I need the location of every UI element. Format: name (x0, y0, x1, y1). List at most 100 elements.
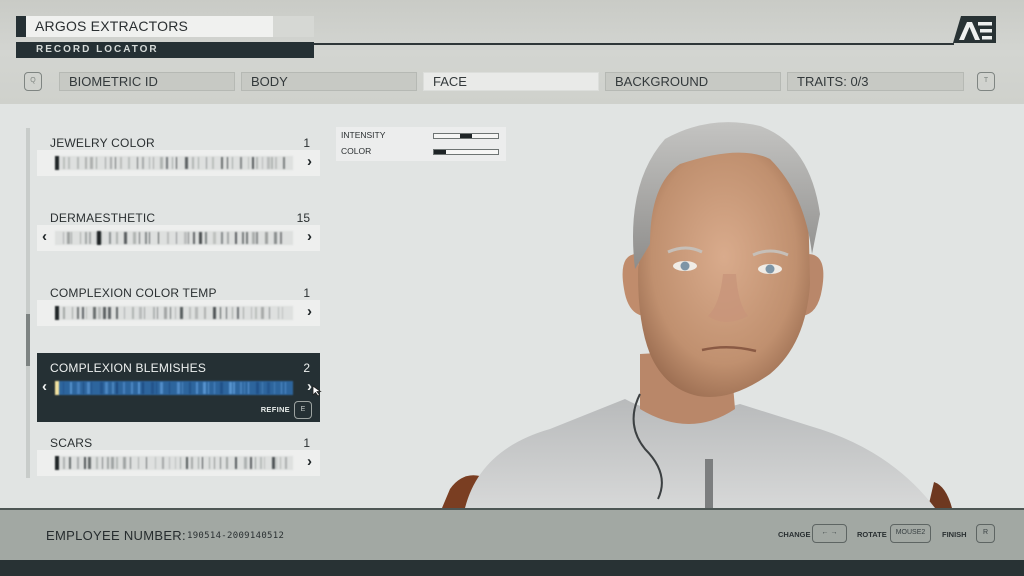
swatch-mark (139, 232, 140, 244)
swatch-mark (212, 157, 214, 169)
tab-biometric-id[interactable]: BIOMETRIC ID (59, 72, 235, 91)
swatch-mark (111, 457, 114, 469)
swatch-mark (68, 157, 70, 169)
swatch-mark (63, 232, 64, 244)
swatch-mark (265, 232, 268, 244)
next-tab-key[interactable]: T (977, 72, 995, 91)
option-complexion-blemishes[interactable]: COMPLEXION BLEMISHES 2 ‹ › REFINE E (37, 353, 322, 422)
rotate-key-button[interactable]: MOUSE2 (890, 524, 931, 543)
swatch-mark (87, 382, 90, 394)
tab-background[interactable]: BACKGROUND (605, 72, 781, 91)
swatch-mark (67, 232, 70, 244)
header-divider (314, 43, 954, 45)
swatch-mark (180, 457, 181, 469)
chevron-right-icon[interactable]: › (307, 153, 312, 171)
swatch-mark (188, 232, 189, 244)
tab-face[interactable]: FACE (423, 72, 599, 91)
swatch-mark (175, 457, 176, 469)
option-complexion-color-temp[interactable]: COMPLEXION COLOR TEMP 1 › (37, 282, 320, 330)
swatch-mark (128, 157, 130, 169)
swatch-mark (120, 157, 122, 169)
swatch-mark (84, 457, 86, 469)
swatch-mark (130, 457, 131, 469)
swatch-mark (220, 307, 221, 319)
option-jewelry-color[interactable]: JEWELRY COLOR 1 › (37, 132, 320, 180)
swatch-mark (110, 157, 112, 169)
swatch-mark (252, 232, 255, 244)
swatch-mark (220, 457, 221, 469)
chevron-left-icon[interactable]: ‹ (42, 378, 47, 396)
swatch-mark (240, 382, 242, 394)
option-selector[interactable]: ‹ › (37, 225, 320, 251)
swatch-mark (116, 382, 118, 394)
swatch-mark (206, 157, 207, 169)
refine-key-button[interactable]: E (294, 401, 312, 419)
swatch-mark (280, 232, 282, 244)
chevron-left-icon[interactable]: ‹ (42, 228, 47, 246)
swatch-mark (213, 307, 216, 319)
finish-key-button[interactable]: R (976, 524, 995, 543)
portrait-zipper (705, 459, 713, 508)
scrollbar-track[interactable] (26, 128, 30, 478)
swatch-mark (189, 307, 191, 319)
chevron-right-icon[interactable]: › (307, 228, 312, 246)
swatch-mark (137, 157, 138, 169)
option-value: 15 (296, 211, 310, 225)
bottom-bar (0, 560, 1024, 576)
swatch-selected-marker (55, 306, 59, 320)
swatch-mark (204, 307, 206, 319)
swatch-mark (196, 382, 198, 394)
swatch-mark (255, 307, 257, 319)
swatch-mark (63, 382, 64, 394)
swatch-mark (202, 457, 203, 469)
swatch-mark (138, 457, 139, 469)
change-key-button[interactable]: ← → (812, 524, 847, 543)
swatch-mark (100, 382, 103, 394)
swatch-mark (250, 457, 252, 469)
swatch-mark (226, 307, 227, 319)
swatch-mark (252, 157, 254, 169)
option-dermaesthetic[interactable]: DERMAESTHETIC 15 ‹ › (37, 207, 320, 255)
employee-number-label: EMPLOYEE NUMBER: (46, 528, 186, 543)
swatch-mark (278, 307, 279, 319)
record-locator-label: RECORD LOCATOR (36, 44, 159, 55)
swatch-mark (220, 382, 223, 394)
swatch-mark (232, 307, 233, 319)
swatch-mark (246, 232, 248, 244)
swatch-mark (175, 307, 176, 319)
swatch-mark (180, 307, 183, 319)
swatch-mark (124, 307, 125, 319)
option-selector[interactable]: › (37, 450, 320, 476)
option-selector[interactable]: ‹ › (37, 375, 322, 401)
swatch-mark (103, 307, 106, 319)
swatch-mark (71, 232, 72, 244)
swatch-mark (138, 382, 140, 394)
prev-tab-key[interactable]: Q (24, 72, 42, 91)
option-selector[interactable]: › (37, 300, 320, 326)
chevron-right-icon[interactable]: › (307, 453, 312, 471)
swatch-mark (281, 382, 282, 394)
swatch-mark (248, 157, 249, 169)
chevron-right-icon[interactable]: › (307, 303, 312, 321)
option-scars[interactable]: SCARS 1 › (37, 432, 320, 480)
swatch-mark (262, 382, 263, 394)
swatch-mark (149, 232, 150, 244)
employee-number-value: 190514-2009140512 (187, 531, 285, 541)
swatch-mark (116, 457, 118, 469)
swatch-mark (77, 382, 80, 394)
tab-traits[interactable]: TRAITS: 0/3 (787, 72, 964, 91)
scrollbar-thumb[interactable] (26, 314, 30, 366)
option-selector[interactable]: › (37, 150, 320, 176)
swatch-mark (214, 382, 215, 394)
character-portrait[interactable] (440, 104, 960, 508)
swatch-mark (77, 457, 79, 469)
swatch-mark (108, 307, 111, 319)
swatch-selected-marker (55, 381, 59, 395)
swatch-mark (280, 457, 281, 469)
swatch-mark (269, 307, 270, 319)
swatch-mark (235, 457, 237, 469)
option-label: COMPLEXION COLOR TEMP (50, 286, 217, 300)
company-banner-accent (16, 16, 26, 37)
footer-bar: EMPLOYEE NUMBER: 190514-2009140512 CHANG… (0, 508, 1024, 560)
tab-body[interactable]: BODY (241, 72, 417, 91)
